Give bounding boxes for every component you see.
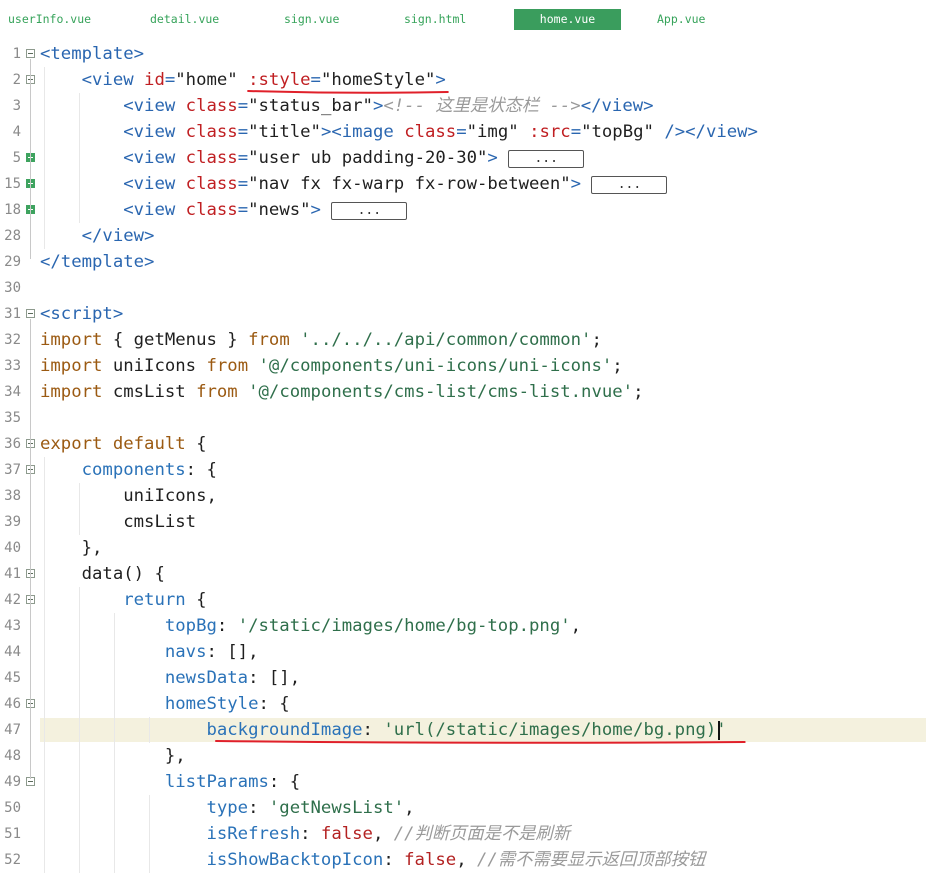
tab-sign-html[interactable]: sign.html: [404, 9, 468, 30]
tab-app-vue[interactable]: App.vue: [657, 9, 708, 30]
tab-detail-vue[interactable]: detail.vue: [150, 9, 222, 30]
code-editor[interactable]: 1 <template> 2 <view id="home" :style="hom…: [0, 40, 926, 873]
tab-sign-vue[interactable]: sign.vue: [284, 9, 341, 30]
tab-home-vue[interactable]: home.vue: [514, 9, 621, 30]
red-underline-annotation: [215, 740, 746, 744]
editor-tab-bar: userInfo.vue detail.vue sign.vue sign.html h…: [0, 0, 926, 40]
tab-userinfo-vue[interactable]: userInfo.vue: [8, 9, 94, 30]
